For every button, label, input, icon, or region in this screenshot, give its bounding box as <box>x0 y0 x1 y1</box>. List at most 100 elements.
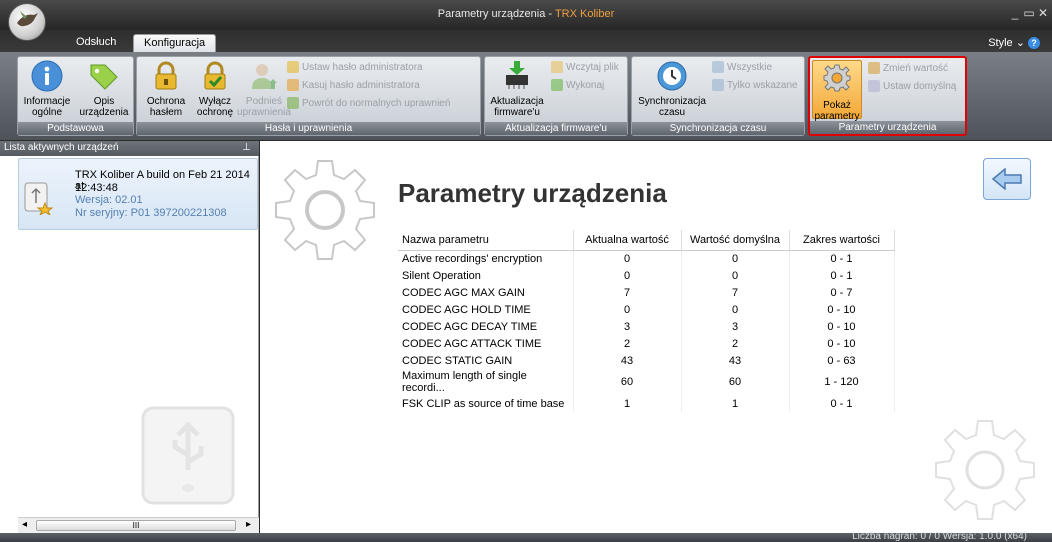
time-sync-button[interactable]: Synchronizacja czasu <box>634 59 710 118</box>
tab-odsluch[interactable]: Odsłuch <box>66 34 126 52</box>
ribbon-group-parametry: Pokaż parametry Zmień wartość Ustaw domy… <box>808 56 967 136</box>
param-default: 3 <box>681 318 790 335</box>
load-file-label: Wczytaj plik <box>566 61 619 73</box>
close-button[interactable]: ✕ <box>1036 6 1050 20</box>
lock-x-small-icon <box>287 79 299 91</box>
device-build-time: 12:43:48 <box>75 182 118 194</box>
table-row[interactable]: CODEC STATIC GAIN 43 43 0 - 63 <box>398 352 895 369</box>
param-range: 0 - 63 <box>789 352 895 369</box>
table-row[interactable]: Maximum length of single recordi... 60 60 1… <box>398 369 895 395</box>
set-default-button[interactable]: Ustaw domyślną <box>868 80 956 92</box>
column-header-name[interactable]: Nazwa parametru <box>398 230 574 251</box>
device-list-title: Lista aktywnych urządzeń <box>4 142 119 153</box>
scroll-right-icon[interactable]: ▸ <box>246 519 251 530</box>
pencil-icon <box>868 62 880 74</box>
sync-clock-icon <box>655 59 689 93</box>
param-default: 43 <box>681 352 790 369</box>
param-range: 0 - 7 <box>789 284 895 301</box>
param-current: 0 <box>573 250 682 267</box>
info-button[interactable]: Informacje ogólne <box>21 59 73 118</box>
param-current: 3 <box>573 318 682 335</box>
group-label-podstawowa: Podstawowa <box>18 122 133 135</box>
param-name: CODEC AGC MAX GAIN <box>398 284 574 301</box>
table-row[interactable]: FSK CLIP as source of time base 1 1 0 - 1 <box>398 395 895 412</box>
firmware-update-button[interactable]: Aktualizacja firmware'u <box>487 59 547 118</box>
param-default: 1 <box>681 395 790 412</box>
minimize-button[interactable]: _ <box>1008 6 1022 20</box>
param-name: CODEC AGC DECAY TIME <box>398 318 574 335</box>
sync-selected-button[interactable]: Tylko wskazane <box>712 79 798 91</box>
table-row[interactable]: CODEC AGC DECAY TIME 3 3 0 - 10 <box>398 318 895 335</box>
user-up-icon <box>247 59 281 93</box>
restore-permissions-label: Powrót do normalnych uprawnień <box>302 97 451 109</box>
table-row[interactable]: Silent Operation 0 0 0 - 1 <box>398 267 895 284</box>
group-label-hasla: Hasła i uprawnienia <box>137 122 480 135</box>
elevate-permissions-label2: uprawnienia <box>237 107 291 118</box>
device-description-label1: Opis <box>93 96 115 107</box>
gear-watermark-small-icon <box>930 415 1040 525</box>
window-title: Parametry urządzenia - TRX Koliber <box>437 8 615 20</box>
column-header-current[interactable]: Aktualna wartość <box>573 230 682 251</box>
table-row[interactable]: CODEC AGC HOLD TIME 0 0 0 - 10 <box>398 301 895 318</box>
scroll-left-icon[interactable]: ◂ <box>22 519 27 530</box>
column-header-default[interactable]: Wartość domyślna <box>681 230 790 251</box>
param-default: 0 <box>681 250 790 267</box>
horizontal-scrollbar[interactable]: ◂ III ▸ <box>18 517 259 533</box>
column-header-range[interactable]: Zakres wartości <box>789 230 895 251</box>
status-bar: Liczba nagrań: 0 / 0 Wersja: 1.0.0 (x64) <box>0 531 1052 542</box>
change-value-label: Zmień wartość <box>883 62 949 74</box>
show-parameters-label1: Pokaż <box>823 100 851 111</box>
usb-device-icon <box>23 181 54 217</box>
lock-small-icon <box>287 61 299 73</box>
param-current: 0 <box>573 301 682 318</box>
change-value-button[interactable]: Zmień wartość <box>868 62 948 74</box>
device-list-header: Lista aktywnych urządzeń ⊥ <box>0 141 259 156</box>
style-menu[interactable]: Style ⌄ ? <box>988 36 1040 49</box>
tag-icon <box>87 59 121 93</box>
unlock-icon <box>198 59 232 93</box>
back-button[interactable] <box>983 158 1031 200</box>
show-parameters-button[interactable]: Pokaż parametry <box>812 60 862 122</box>
pin-icon[interactable]: ⊥ <box>242 142 251 153</box>
table-row[interactable]: CODEC AGC ATTACK TIME 2 2 0 - 10 <box>398 335 895 352</box>
set-default-label: Ustaw domyślną <box>883 80 957 92</box>
lock-icon <box>149 59 183 93</box>
param-current: 1 <box>573 395 682 412</box>
sync-all-button[interactable]: Wszystkie <box>712 61 772 73</box>
ribbon-group-hasla: Ochrona hasłem Wyłącz ochronę Podnieś up… <box>136 56 481 136</box>
param-current: 2 <box>573 335 682 352</box>
download-arrow-icon <box>551 79 563 91</box>
group-label-parametry: Parametry urządzenia <box>810 121 965 134</box>
param-current: 0 <box>573 267 682 284</box>
param-default: 2 <box>681 335 790 352</box>
scroll-thumb[interactable]: III <box>36 520 236 531</box>
gear-icon <box>820 63 854 97</box>
app-logo-button[interactable] <box>8 3 46 41</box>
tab-konfiguracja[interactable]: Konfiguracja <box>133 34 217 52</box>
hummingbird-icon <box>17 11 38 27</box>
param-range: 0 - 1 <box>789 395 895 412</box>
help-icon[interactable]: ? <box>1028 37 1040 49</box>
param-default: 7 <box>681 284 790 301</box>
password-protect-label2: hasłem <box>149 107 183 118</box>
maximize-button[interactable]: ▭ <box>1022 6 1036 20</box>
set-admin-password-label: Ustaw hasło administratora <box>302 61 423 73</box>
table-row[interactable]: CODEC AGC MAX GAIN 7 7 0 - 7 <box>398 284 895 301</box>
load-file-button[interactable]: Wczytaj plik <box>551 61 619 73</box>
gear-watermark-icon <box>270 155 380 265</box>
clear-admin-password-button[interactable]: Kasuj hasło administratora <box>287 79 420 91</box>
disable-protection-button[interactable]: Wyłącz ochronę <box>191 59 239 118</box>
elevate-permissions-button[interactable]: Podnieś uprawnienia <box>233 59 295 118</box>
param-name: Active recordings' encryption <box>398 250 574 267</box>
device-description-button[interactable]: Opis urządzenia <box>76 59 132 118</box>
restore-permissions-button[interactable]: Powrót do normalnych uprawnień <box>287 97 450 109</box>
set-admin-password-button[interactable]: Ustaw hasło administratora <box>287 61 423 73</box>
password-protect-button[interactable]: Ochrona hasłem <box>141 59 191 118</box>
table-row[interactable]: Active recordings' encryption 0 0 0 - 1 <box>398 250 895 267</box>
parameters-table: Nazwa parametru Aktualna wartość Wartość… <box>398 230 895 412</box>
execute-button[interactable]: Wykonaj <box>551 79 604 91</box>
time-sync-label1: Synchronizacja <box>638 96 706 107</box>
param-name: CODEC AGC HOLD TIME <box>398 301 574 318</box>
title-bar: Parametry urządzenia - TRX Koliber _ ▭ ✕ <box>0 0 1052 30</box>
device-list-item[interactable]: TRX Koliber A build on Feb 21 2014 at 12… <box>18 158 258 230</box>
